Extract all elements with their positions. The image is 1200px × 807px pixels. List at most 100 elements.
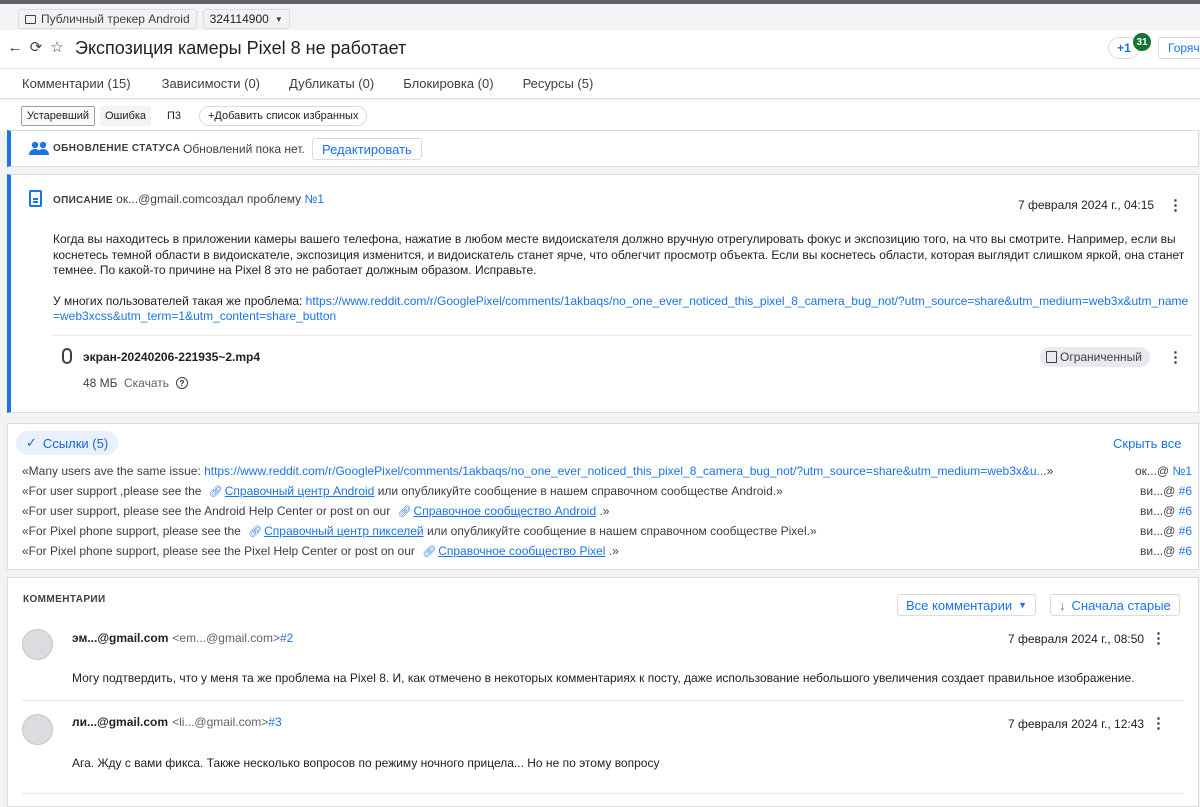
attachment-size: 48 МБ — [83, 376, 118, 390]
vote-count-badge: 31 — [1133, 33, 1151, 51]
description-created: создал проблему — [204, 192, 302, 206]
arrow-down-icon: ↓ — [1059, 597, 1066, 613]
tab-blocking[interactable]: Блокировка (0) — [403, 69, 493, 98]
comment-more-icon[interactable]: ⋮ — [1151, 716, 1166, 732]
comment-number-link[interactable]: #3 — [268, 715, 281, 729]
description-label: ОПИСАНИЕ — [53, 195, 113, 206]
link-quote-post: или опубликуйте сообщение в нашем справо… — [374, 484, 783, 498]
restricted-badge[interactable]: Ограниченный — [1040, 347, 1150, 367]
comment-divider — [22, 700, 1184, 701]
page-title: Экспозиция камеры Pixel 8 не работает — [75, 38, 407, 58]
description-date: 7 февраля 2024 г., 04:15 — [1018, 198, 1155, 212]
comment-filter-dropdown[interactable]: Все комментарии ▼ — [897, 594, 1037, 616]
status-chip-obsolete[interactable]: Устаревший — [21, 106, 95, 126]
link-quote-post: » — [1046, 464, 1054, 478]
link-row: «Many users ave the same issue: https://… — [22, 464, 1192, 480]
attachment-divider — [53, 335, 1193, 336]
back-arrow-icon[interactable]: ← — [8, 39, 23, 56]
link-source-user[interactable]: ви...@ — [1140, 524, 1175, 538]
link-row: «For user support ,please see the 🔗︎ Спра… — [22, 484, 1192, 500]
tab-comments[interactable]: Комментарии (15) — [22, 69, 131, 98]
link-source-number[interactable]: #6 — [1179, 484, 1192, 498]
link-anchor[interactable]: Справочный центр пикселей — [264, 524, 424, 538]
hide-all-button[interactable]: Скрыть все — [1113, 436, 1181, 451]
link-icon: 🔗︎ — [208, 486, 223, 498]
comment-filter-label: Все комментарии — [906, 597, 1013, 613]
caret-down-icon: ▼ — [274, 14, 283, 24]
links-toggle-label: Ссылки (5) — [42, 435, 109, 451]
comments-title: КОММЕНТАРИИ — [23, 594, 106, 605]
hotlist-button[interactable]: Горяч — [1158, 37, 1200, 59]
comment-author-name[interactable]: эм...@gmail.com — [72, 631, 168, 645]
link-source-number[interactable]: #6 — [1179, 544, 1192, 558]
help-icon[interactable]: ? — [176, 377, 188, 389]
comment-author: эм...@gmail.com <em...@gmail.com>#2 — [72, 631, 293, 645]
download-link[interactable]: Скачать — [124, 376, 169, 390]
issue-id-dropdown[interactable]: 324114900 ▼ — [202, 9, 290, 29]
description-header: ОПИСАНИЕ ок...@gmail.comсоздал проблему … — [53, 192, 324, 206]
folder-icon — [25, 14, 36, 24]
comment-author-name[interactable]: ли...@gmail.com — [72, 715, 168, 729]
link-source-number[interactable]: #6 — [1179, 524, 1192, 538]
document-icon — [29, 190, 42, 207]
tab-duplicates[interactable]: Дубликаты (0) — [289, 69, 374, 98]
tab-resources[interactable]: Ресурсы (5) — [523, 69, 594, 98]
link-anchor[interactable]: Справочное сообщество Pixel — [438, 544, 605, 558]
comment-more-icon[interactable]: ⋮ — [1151, 631, 1166, 647]
attachment-more-icon[interactable]: ⋮ — [1168, 350, 1183, 366]
para2-prefix: У многих пользователей такая же проблема… — [53, 293, 306, 308]
description-author[interactable]: ок...@gmail.com — [116, 192, 205, 206]
comments-panel: КОММЕНТАРИИ Все комментарии ▼ ↓ Сначала … — [7, 577, 1199, 807]
link-icon: 🔗︎ — [248, 526, 263, 538]
comment-divider — [22, 793, 1184, 794]
link-quote-pre: «For user support, please see the Androi… — [22, 504, 394, 518]
link-source-number[interactable]: #6 — [1179, 504, 1192, 518]
description-paragraph-2: У многих пользователей такая же проблема… — [53, 294, 1193, 325]
attachment-icon — [62, 348, 72, 364]
link-icon: 🔗︎ — [422, 546, 437, 558]
link-source-number[interactable]: №1 — [1172, 464, 1192, 478]
comment-author-email: <li...@gmail.com> — [172, 715, 269, 729]
tracker-breadcrumb[interactable]: Публичный трекер Android — [18, 9, 197, 29]
comment-author-email: <em...@gmail.com> — [172, 631, 280, 645]
dropdown-arrow-icon: ▼ — [1018, 600, 1028, 610]
comment-number-link[interactable]: #2 — [280, 631, 293, 645]
link-url[interactable]: https://www.reddit.com/r/GooglePixel/com… — [204, 464, 1046, 478]
link-source-user[interactable]: ок...@ — [1135, 464, 1169, 478]
sort-order-button[interactable]: ↓ Сначала старые — [1050, 594, 1180, 616]
tab-dependencies[interactable]: Зависимости (0) — [162, 69, 260, 98]
status-update-panel: ОБНОВЛЕНИЕ СТАТУСА Обновлений пока нет. … — [7, 130, 1199, 167]
attachment-name[interactable]: экран-20240206-221935~2.mp4 — [83, 350, 260, 364]
link-quote-pre: «Many users ave the same issue: — [22, 464, 205, 478]
edit-status-button[interactable]: Редактировать — [312, 138, 422, 160]
restricted-icon — [1046, 351, 1057, 363]
link-source-user[interactable]: ви...@ — [1140, 484, 1175, 498]
more-vert-icon[interactable]: ⋮ — [1168, 198, 1183, 214]
description-paragraph: Когда вы находитесь в приложении камеры … — [53, 232, 1185, 277]
link-icon: 🔗︎ — [397, 506, 412, 518]
people-icon — [28, 141, 50, 158]
add-hotlist-button[interactable]: +Добавить список избранных — [199, 106, 368, 126]
link-source-user[interactable]: ви...@ — [1140, 544, 1175, 558]
status-update-label: ОБНОВЛЕНИЕ СТАТУСА — [53, 143, 181, 154]
link-quote-post: или опубликуйте сообщение в нашем справо… — [423, 524, 817, 538]
type-chip-bug[interactable]: Ошибка — [100, 106, 151, 126]
link-source-user[interactable]: ви...@ — [1140, 504, 1175, 518]
star-icon[interactable]: ☆ — [50, 39, 64, 56]
link-anchor[interactable]: Справочный центр Android — [225, 484, 375, 498]
links-toggle[interactable]: ✓ Ссылки (5) — [16, 431, 119, 455]
issue-id: 324114900 — [209, 12, 269, 26]
link-row: «For Pixel phone support, please see the… — [22, 524, 1192, 540]
refresh-icon[interactable]: ⟳ — [29, 39, 43, 56]
link-quote-pre: «For user support ,please see the — [22, 484, 205, 498]
comment-text: Ага. Жду с вами фикса. Также несколько в… — [72, 756, 660, 770]
links-panel: ✓ Ссылки (5) Скрыть все «Many users ave … — [7, 423, 1199, 570]
link-quote-pre: «For Pixel phone support, please see the… — [22, 544, 419, 558]
description-number-link[interactable]: №1 — [304, 192, 324, 206]
comment-date: 7 февраля 2024 г., 12:43 — [1008, 717, 1145, 731]
link-anchor[interactable]: Справочное сообщество Android — [414, 504, 597, 518]
comment-author: ли...@gmail.com <li...@gmail.com>#3 — [72, 715, 282, 729]
top-strip — [0, 0, 1200, 4]
status-update-text: Обновлений пока нет. — [183, 142, 305, 156]
priority-chip[interactable]: П3 — [162, 106, 186, 126]
